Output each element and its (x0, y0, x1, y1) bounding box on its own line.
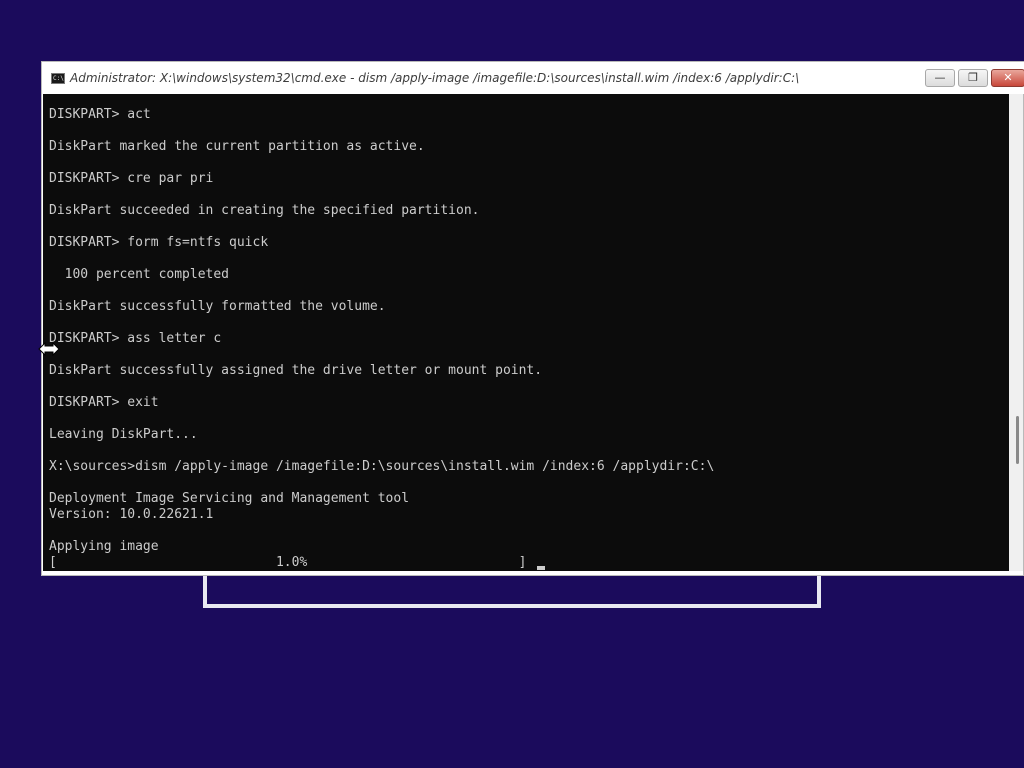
minimize-button[interactable]: — (925, 69, 955, 87)
command-prompt-window[interactable]: C:\ Administrator: X:\windows\system32\c… (41, 61, 1024, 576)
console-line: [ 1.0% ] (49, 555, 527, 570)
text-cursor (537, 566, 545, 570)
desktop: C:\ Administrator: X:\windows\system32\c… (0, 0, 1024, 768)
console-line: DISKPART> act (49, 107, 151, 122)
console-line: Leaving DiskPart... (49, 427, 198, 442)
console-line: DISKPART> exit (49, 395, 159, 410)
console-line: Version: 10.0.22621.1 (49, 507, 214, 522)
console-line: DISKPART> cre par pri (49, 171, 214, 186)
console-line: DISKPART> form fs=ntfs quick (49, 235, 269, 250)
console-line: Applying image (49, 539, 159, 554)
console-line: 100 percent completed (49, 267, 230, 282)
maximize-button[interactable]: ❐ (958, 69, 988, 87)
console-line: DiskPart successfully formatted the volu… (49, 299, 386, 314)
console-line: DISKPART> ass letter c (49, 331, 222, 346)
window-title: Administrator: X:\windows\system32\cmd.e… (70, 71, 800, 85)
console-output[interactable]: DISKPART> act DiskPart marked the current… (43, 94, 1009, 571)
close-button[interactable]: ✕ (991, 69, 1024, 87)
resize-horizontal-icon (38, 342, 60, 356)
console-line: X:\sources>dism /apply-image /imagefile:… (49, 459, 715, 474)
title-bar[interactable]: C:\ Administrator: X:\windows\system32\c… (42, 62, 1024, 94)
vertical-scrollbar[interactable] (1009, 94, 1023, 571)
console-line: DiskPart succeeded in creating the speci… (49, 203, 480, 218)
scrollbar-thumb[interactable] (1016, 416, 1019, 464)
console-line: DiskPart successfully assigned the drive… (49, 363, 543, 378)
console-line: Deployment Image Servicing and Managemen… (49, 491, 410, 506)
console-icon[interactable]: C:\ (51, 73, 65, 84)
console-line: DiskPart marked the current partition as… (49, 139, 425, 154)
